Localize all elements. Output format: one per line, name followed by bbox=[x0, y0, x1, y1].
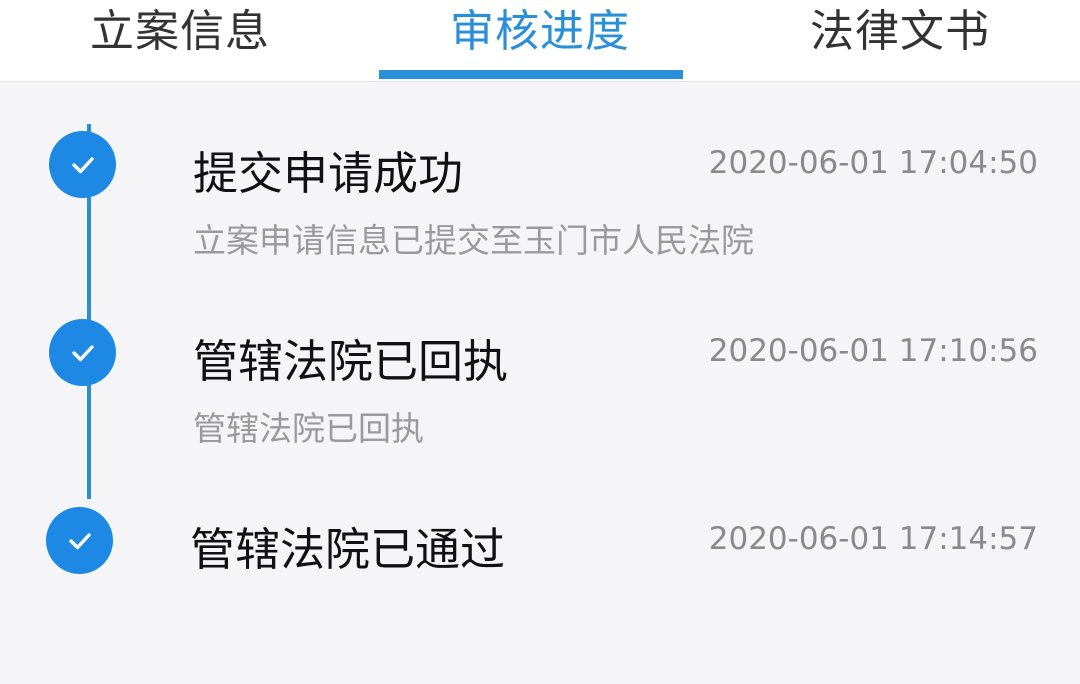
tab-bar: 立案信息 审核进度 法律文书 bbox=[0, 0, 1080, 82]
tab-review-progress[interactable]: 审核进度 bbox=[360, 0, 720, 80]
step-title: 管辖法院已回执 bbox=[193, 335, 509, 388]
active-tab-indicator bbox=[379, 70, 683, 79]
tab-case-info[interactable]: 立案信息 bbox=[0, 0, 360, 80]
tab-label: 审核进度 bbox=[450, 6, 630, 57]
step-title: 提交申请成功 bbox=[193, 147, 464, 200]
check-icon bbox=[46, 507, 113, 574]
step-timestamp: 2020-06-01 17:10:56 bbox=[708, 333, 1038, 369]
check-icon bbox=[49, 131, 116, 198]
tab-label: 法律文书 bbox=[810, 6, 990, 57]
step-title: 管辖法院已通过 bbox=[190, 523, 506, 576]
tab-legal-documents[interactable]: 法律文书 bbox=[720, 0, 1080, 80]
progress-timeline: 提交申请成功 2020-06-01 17:04:50 立案申请信息已提交至玉门市… bbox=[0, 82, 1080, 684]
tab-label: 立案信息 bbox=[90, 6, 270, 57]
check-icon bbox=[49, 319, 116, 386]
step-timestamp: 2020-06-01 17:14:57 bbox=[708, 521, 1038, 557]
step-description: 立案申请信息已提交至玉门市人民法院 bbox=[193, 221, 754, 260]
step-timestamp: 2020-06-01 17:04:50 bbox=[708, 145, 1038, 181]
step-description: 管辖法院已回执 bbox=[193, 409, 424, 448]
